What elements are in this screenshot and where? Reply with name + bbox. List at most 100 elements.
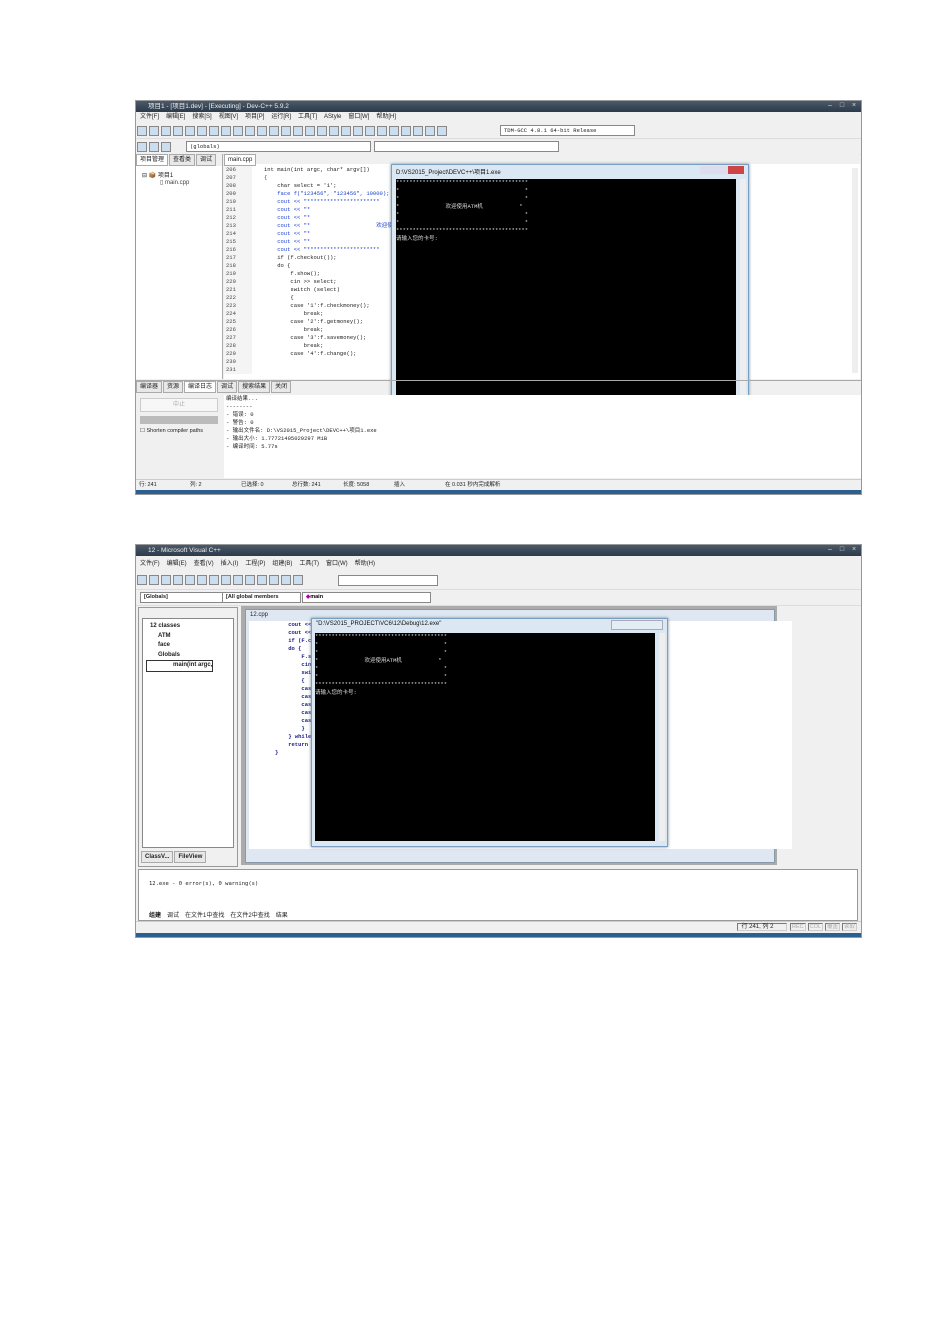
menu-item[interactable]: 项目[P]	[245, 114, 264, 120]
toolbar-icon[interactable]	[149, 142, 159, 152]
close-button[interactable]: ×	[849, 102, 859, 110]
toolbar-icon[interactable]	[161, 575, 171, 585]
toolbar-icon[interactable]	[173, 575, 183, 585]
toolbar-icon[interactable]	[161, 142, 171, 152]
toolbar-icon[interactable]	[281, 575, 291, 585]
toolbar-icon[interactable]	[341, 126, 351, 136]
toolbar-icon[interactable]	[197, 126, 207, 136]
menu-item[interactable]: 组建(B)	[272, 561, 292, 567]
menu-item[interactable]: 文件[F]	[140, 114, 159, 120]
toolbar-icon[interactable]	[161, 126, 171, 136]
find-input[interactable]	[338, 575, 438, 586]
toolbar-icon[interactable]	[137, 575, 147, 585]
menu-item[interactable]: 搜索[S]	[192, 114, 211, 120]
menu-item[interactable]: 窗口[W]	[348, 114, 369, 120]
toolbar-icon[interactable]	[221, 126, 231, 136]
toolbar-icon[interactable]	[209, 575, 219, 585]
function-combo[interactable]: ◆main	[302, 592, 431, 603]
shorten-paths-checkbox[interactable]: ☐ Shorten compiler paths	[140, 428, 218, 434]
tree-item[interactable]: ATM	[146, 632, 230, 642]
tab-project[interactable]: 项目管理	[136, 154, 169, 166]
toolbar-icon[interactable]	[137, 126, 147, 136]
output-tab[interactable]: 在文件1中查找	[185, 913, 224, 919]
menu-item[interactable]: 工具(T)	[299, 561, 319, 567]
console-window-controls[interactable]	[611, 620, 663, 630]
toolbar-icon[interactable]	[353, 126, 363, 136]
output-tab[interactable]: 组建	[149, 913, 161, 919]
menu-item[interactable]: 插入(I)	[221, 561, 239, 567]
scope-select[interactable]: (globals)	[186, 141, 371, 152]
toolbar-icon[interactable]	[389, 126, 399, 136]
toolbar-icon[interactable]	[329, 126, 339, 136]
bottom-tab[interactable]: 关闭	[271, 381, 292, 393]
bottom-tab[interactable]: 搜索结果	[238, 381, 271, 393]
abort-button[interactable]: 中止	[140, 398, 218, 412]
toolbar-icon[interactable]	[293, 126, 303, 136]
toolbar-icon[interactable]	[173, 126, 183, 136]
toolbar-icon[interactable]	[185, 126, 195, 136]
bottom-tab[interactable]: 调试	[217, 381, 238, 393]
menu-item[interactable]: 运行[R]	[271, 114, 291, 120]
tab-classes[interactable]: 查看类	[169, 154, 196, 166]
tab-fileview[interactable]: FileView	[174, 851, 207, 863]
menu-item[interactable]: 帮助[H]	[376, 114, 396, 120]
menu-item[interactable]: AStyle	[324, 114, 341, 120]
minimize-button[interactable]: –	[825, 102, 835, 110]
close-button[interactable]: ×	[849, 546, 859, 554]
output-tab[interactable]: 调试	[167, 913, 179, 919]
toolbar-icon[interactable]	[245, 126, 255, 136]
toolbar-icon[interactable]	[377, 126, 387, 136]
menu-item[interactable]: 工程(P)	[245, 561, 265, 567]
menu-item[interactable]: 编辑[E]	[166, 114, 185, 120]
tab-main-cpp[interactable]: main.cpp	[224, 154, 257, 166]
toolbar-icon[interactable]	[233, 575, 243, 585]
toolbar-icon[interactable]	[137, 142, 147, 152]
console-scrollbar[interactable]	[740, 179, 746, 395]
tree-item[interactable]: Globals	[146, 651, 230, 661]
toolbar-icon[interactable]	[197, 575, 207, 585]
compiler-select[interactable]: TDM-GCC 4.8.1 64-bit Release	[500, 125, 635, 136]
toolbar-icon[interactable]	[257, 126, 267, 136]
toolbar-icon[interactable]	[149, 126, 159, 136]
tree-item[interactable]: 12 classes	[146, 622, 230, 632]
bottom-tab[interactable]: 编译器	[136, 381, 163, 393]
menu-item[interactable]: 帮助(H)	[355, 561, 375, 567]
tree-item[interactable]: main(int argc,	[146, 660, 214, 672]
tree-item[interactable]: face	[146, 641, 230, 651]
toolbar-icon[interactable]	[365, 126, 375, 136]
minimize-button[interactable]: –	[825, 546, 835, 554]
toolbar-icon[interactable]	[185, 575, 195, 585]
toolbar-icon[interactable]	[245, 575, 255, 585]
function-select[interactable]	[374, 141, 559, 152]
editor-scrollbar[interactable]	[852, 168, 858, 373]
menu-item[interactable]: 视图[V]	[219, 114, 238, 120]
toolbar-icon[interactable]	[257, 575, 267, 585]
toolbar-icon[interactable]	[149, 575, 159, 585]
members-combo[interactable]: [All global members	[222, 592, 301, 603]
toolbar-icon[interactable]	[269, 126, 279, 136]
maximize-button[interactable]: □	[837, 546, 847, 554]
tree-item-project[interactable]: ⊟ 📦 项目1	[142, 170, 216, 179]
toolbar-icon[interactable]	[281, 126, 291, 136]
tab-debug[interactable]: 调试	[196, 154, 217, 166]
tree-item-file[interactable]: ▯ main.cpp	[142, 179, 216, 186]
toolbar-icon[interactable]	[413, 126, 423, 136]
tab-classview[interactable]: ClassV...	[141, 851, 174, 863]
console-scrollbar[interactable]	[659, 633, 665, 841]
toolbar-icon[interactable]	[425, 126, 435, 136]
menu-item[interactable]: 窗口(W)	[326, 561, 348, 567]
toolbar-icon[interactable]	[293, 575, 303, 585]
toolbar-icon[interactable]	[269, 575, 279, 585]
toolbar-icon[interactable]	[209, 126, 219, 136]
toolbar-icon[interactable]	[317, 126, 327, 136]
menu-item[interactable]: 文件(F)	[140, 561, 160, 567]
class-combo[interactable]: [Globals]	[140, 592, 223, 603]
bottom-tab[interactable]: 资源	[163, 381, 184, 393]
menu-item[interactable]: 编辑(E)	[167, 561, 187, 567]
toolbar-icon[interactable]	[437, 126, 447, 136]
toolbar-icon[interactable]	[221, 575, 231, 585]
bottom-tab[interactable]: 编译日志	[184, 381, 217, 393]
console-window-controls[interactable]	[700, 166, 744, 174]
toolbar-icon[interactable]	[233, 126, 243, 136]
menu-item[interactable]: 查看(V)	[194, 561, 214, 567]
